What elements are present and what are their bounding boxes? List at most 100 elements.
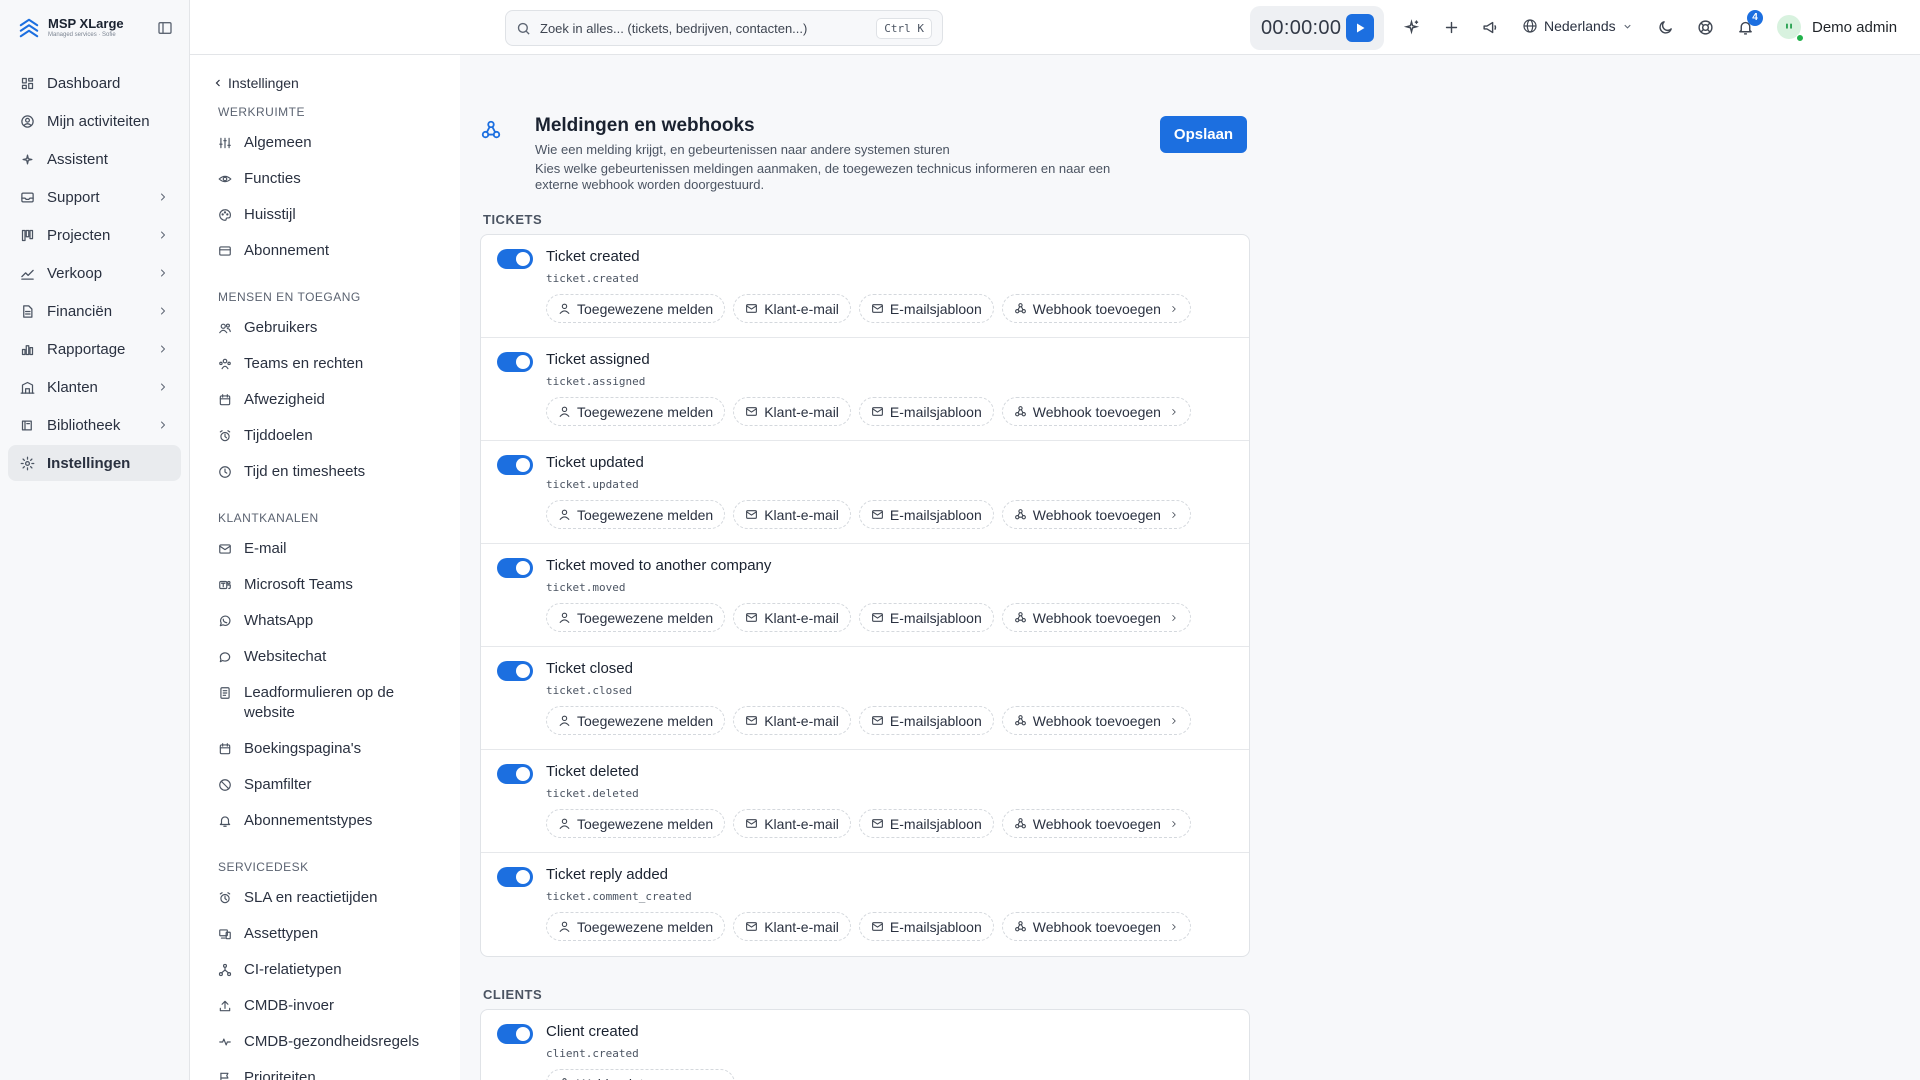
event-toggle[interactable] <box>497 352 533 372</box>
subnav-item-cmdb-invoer[interactable]: CMDB-invoer <box>218 991 460 1027</box>
client-email-chip[interactable]: Klant-e-mail <box>733 912 851 941</box>
mail-icon <box>872 613 883 622</box>
notify-assignee-chip[interactable]: Toegewezene melden <box>546 500 726 529</box>
globe-icon <box>1523 19 1537 33</box>
subnav-item-prioriteiten[interactable]: Prioriteiten <box>218 1063 460 1080</box>
webhook-icon <box>1014 303 1026 314</box>
main-content: Meldingen en webhooks Wie een melding kr… <box>460 55 1920 1080</box>
sidebar-item-verkoop[interactable]: Verkoop <box>8 255 181 291</box>
webhook-icon <box>1014 612 1026 623</box>
subnav-item-assettypen[interactable]: Assettypen <box>218 919 460 955</box>
topbar: Zoek in alles... (tickets, bedrijven, co… <box>190 0 1920 55</box>
announcement-icon[interactable] <box>1482 19 1499 36</box>
sidebar-item-support[interactable]: Support <box>8 179 181 215</box>
sidebar-collapse-icon[interactable] <box>157 20 173 36</box>
subnav-item-abonnementstypes[interactable]: Abonnementstypes <box>218 806 460 842</box>
sidebar-item-klanten[interactable]: Klanten <box>8 369 181 405</box>
email-template-chip[interactable]: E-mailsjabloon <box>858 294 994 323</box>
email-template-chip[interactable]: E-mailsjabloon <box>858 603 994 632</box>
save-button[interactable]: Opslaan <box>1160 116 1247 153</box>
subnav-item-teams-en-rechten[interactable]: Teams en rechten <box>218 349 460 385</box>
subnav-item-cmdb-gezondheidsregels[interactable]: CMDB-gezondheidsregels <box>218 1027 460 1063</box>
subnav-item-ci-relatietypen[interactable]: CI-relatietypen <box>218 955 460 991</box>
notify-assignee-chip[interactable]: Toegewezene melden <box>546 809 726 838</box>
event-toggle[interactable] <box>497 558 533 578</box>
subnav-item-tijd-en-timesheets[interactable]: Tijd en timesheets <box>218 457 460 493</box>
add-webhook-chip[interactable]: Webhook toevoegen <box>1001 294 1191 323</box>
chevron-down-icon <box>1623 24 1631 29</box>
user-name[interactable]: Demo admin <box>1812 19 1897 36</box>
client-email-chip[interactable]: Klant-e-mail <box>733 809 851 838</box>
subnav-item-e-mail[interactable]: E-mail <box>218 534 460 570</box>
add-webhook-chip[interactable]: Webhook toevoegen <box>1001 706 1191 735</box>
subnav-groups: WERKRUIMTE Algemeen Functies Huisstijl Abonn… <box>218 105 460 1080</box>
subnav-item-afwezigheid[interactable]: Afwezigheid <box>218 385 460 421</box>
timer-start-button[interactable] <box>1346 14 1374 42</box>
email-template-chip[interactable]: E-mailsjabloon <box>858 809 994 838</box>
mail-icon <box>746 304 758 313</box>
add-webhook-chip[interactable]: Webhook toevoegen <box>1001 500 1191 529</box>
add-icon[interactable] <box>1443 19 1460 36</box>
client-email-chip[interactable]: Klant-e-mail <box>733 706 851 735</box>
subnav-item-gebruikers[interactable]: Gebruikers <box>218 313 460 349</box>
subnav-item-tijddoelen[interactable]: Tijddoelen <box>218 421 460 457</box>
notify-assignee-chip[interactable]: Toegewezene melden <box>546 294 726 323</box>
email-template-chip[interactable]: E-mailsjabloon <box>858 397 994 426</box>
subnav-item-leadformulieren-op-de-website[interactable]: Leadformulieren op de website <box>218 678 460 734</box>
event-toggle[interactable] <box>497 661 533 681</box>
search-input[interactable]: Zoek in alles... (tickets, bedrijven, co… <box>505 10 943 46</box>
dark-mode-icon[interactable] <box>1657 19 1674 36</box>
sidebar-item-projecten[interactable]: Projecten <box>8 217 181 253</box>
event-toggle[interactable] <box>497 764 533 784</box>
chip-label: Klant-e-mail <box>764 815 839 832</box>
subnav-item-abonnement[interactable]: Abonnement <box>218 236 460 272</box>
email-template-chip[interactable]: E-mailsjabloon <box>858 706 994 735</box>
subnav-item-boekingspagina-s[interactable]: Boekingspagina's <box>218 734 460 770</box>
add-webhook-chip[interactable]: Webhook toevoegen <box>1001 603 1191 632</box>
users-icon <box>219 323 231 334</box>
sidebar-item-financiën[interactable]: Financiën <box>8 293 181 329</box>
notify-assignee-chip[interactable]: Toegewezene melden <box>546 603 726 632</box>
add-webhook-chip[interactable]: Webhook toevoegen <box>1001 912 1191 941</box>
sidebar-item-bibliotheek[interactable]: Bibliotheek <box>8 407 181 443</box>
event-toggle[interactable] <box>497 249 533 269</box>
event-toggle[interactable] <box>497 1024 533 1044</box>
add-webhook-chip[interactable]: Webhook toevoegen <box>1001 809 1191 838</box>
client-email-chip[interactable]: Klant-e-mail <box>733 603 851 632</box>
sidebar-item-assistent[interactable]: Assistent <box>8 141 181 177</box>
client-email-chip[interactable]: Klant-e-mail <box>733 500 851 529</box>
ai-sparkle-icon[interactable] <box>1403 19 1420 36</box>
chevron-right-icon <box>161 421 165 429</box>
chevron-right-icon <box>1172 614 1176 621</box>
sidebar-item-mijn-activiteiten[interactable]: Mijn activiteiten <box>8 103 181 139</box>
back-to-settings-link[interactable]: Instellingen <box>212 75 460 91</box>
client-email-chip[interactable]: Klant-e-mail <box>733 397 851 426</box>
subnav-item-huisstijl[interactable]: Huisstijl <box>218 200 460 236</box>
sidebar-item-dashboard[interactable]: Dashboard <box>8 65 181 101</box>
notify-assignee-chip[interactable]: Toegewezene melden <box>546 397 726 426</box>
language-selector[interactable]: Nederlands <box>1522 18 1633 34</box>
client-email-chip[interactable]: Klant-e-mail <box>733 294 851 323</box>
notify-assignee-chip[interactable]: Toegewezene melden <box>546 706 726 735</box>
sidebar-item-instellingen[interactable]: Instellingen <box>8 445 181 481</box>
email-template-chip[interactable]: E-mailsjabloon <box>858 912 994 941</box>
subnav-item-spamfilter[interactable]: Spamfilter <box>218 770 460 806</box>
subnav-item-websitechat[interactable]: Websitechat <box>218 642 460 678</box>
subnav-item-whatsapp[interactable]: WhatsApp <box>218 606 460 642</box>
subnav-item-microsoft-teams[interactable]: Microsoft Teams <box>218 570 460 606</box>
email-template-chip[interactable]: E-mailsjabloon <box>858 500 994 529</box>
subnav-item-algemeen[interactable]: Algemeen <box>218 128 460 164</box>
event-title: Client created <box>546 1023 639 1040</box>
add-webhook-chip[interactable]: Webhook toevoegen <box>1001 397 1191 426</box>
sidebar-item-rapportage[interactable]: Rapportage <box>8 331 181 367</box>
notify-assignee-chip[interactable]: Toegewezene melden <box>546 912 726 941</box>
subnav-item-functies[interactable]: Functies <box>218 164 460 200</box>
add-webhook-chip[interactable]: Webhook toevoegen <box>546 1069 736 1080</box>
brand-subtitle: Managed services · Sofie <box>48 32 116 38</box>
event-toggle[interactable] <box>497 867 533 887</box>
subnav-item-sla-en-reactietijden[interactable]: SLA en reactietijden <box>218 883 460 919</box>
subnav-group-title: SERVICEDESK <box>218 860 309 874</box>
event-toggle[interactable] <box>497 455 533 475</box>
toggle-knob <box>516 252 530 266</box>
help-icon[interactable] <box>1697 19 1714 36</box>
